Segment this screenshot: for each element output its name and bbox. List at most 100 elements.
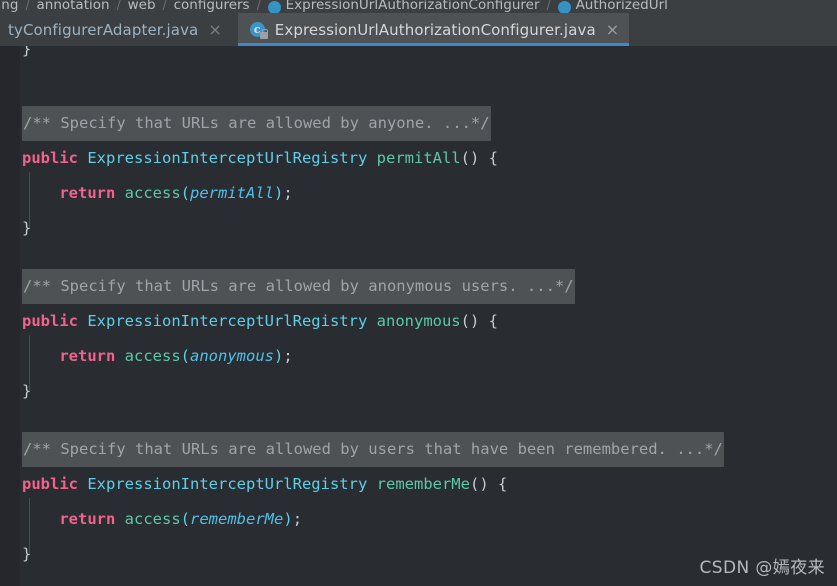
breadcrumb-item-5[interactable]: AuthorizedUrl [557,0,668,13]
return-type: ExpressionInterceptUrlRegistry [87,475,368,493]
close-paren: ) [274,347,284,365]
breadcrumb-separator: / [25,0,30,12]
code-line[interactable]: } [0,374,837,409]
breadcrumb-item-2[interactable]: web [128,0,156,13]
close-icon[interactable]: × [208,21,221,38]
open-paren: ( [180,347,191,365]
code-editor[interactable]: } /** Specify that URLs are allowed by an… [0,46,837,586]
breadcrumb-item-label: web [127,0,156,13]
breadcrumb-item-label: annotation [36,0,110,13]
open-brace: { [488,312,499,330]
breadcrumb-item-label: configurers [173,0,250,13]
parameter-list: () [469,475,489,493]
code-line[interactable]: public ExpressionInterceptUrlRegistry re… [0,467,837,502]
method-name: rememberMe [376,475,470,493]
tab-label: tyConfigurerAdapter.java [8,20,199,39]
breadcrumb-separator: / [162,0,167,12]
code-line[interactable]: } [0,211,837,246]
method-name: permitAll [376,149,461,167]
code-line[interactable]: public ExpressionInterceptUrlRegistry an… [0,304,837,339]
method-call: access [124,184,181,202]
breadcrumb-item-label: ring [0,0,19,13]
code-line[interactable]: } [0,46,837,68]
folded-javadoc-comment[interactable]: /** Specify that URLs are allowed by any… [22,106,491,141]
class-icon [557,0,571,13]
editor-tab-bar[interactable]: tyConfigurerAdapter.java × c ExpressionU… [0,13,837,46]
open-paren: ( [180,184,191,202]
code-line[interactable]: /** Specify that URLs are allowed by ano… [0,269,837,304]
tab-ExpressionUrlAuthorizationConfigurer[interactable]: c ExpressionUrlAuthorizationConfigurer.j… [237,13,630,46]
breadcrumb[interactable]: ring / annotation / web / configurers / Expressi… [0,0,837,13]
code-line[interactable]: /** Specify that URLs are allowed by any… [0,106,837,141]
open-paren: ( [180,510,191,528]
method-name: anonymous [376,312,461,330]
argument: rememberMe [190,510,284,528]
close-brace: } [22,46,32,58]
breadcrumb-item-label: AuthorizedUrl [575,0,668,13]
method-call: access [124,510,181,528]
tab-label: ExpressionUrlAuthorizationConfigurer.jav… [274,20,596,39]
code-line[interactable]: /** Specify that URLs are allowed by use… [0,432,837,467]
class-icon [267,0,281,13]
code-line[interactable]: return access(permitAll); [0,172,837,228]
modifier-keyword: public [22,475,78,493]
close-paren: ) [283,510,293,528]
close-brace: } [22,382,32,400]
breadcrumb-item-3[interactable]: configurers [174,0,250,13]
breadcrumb-item-4[interactable]: ExpressionUrlAuthorizationConfigurer [267,0,540,13]
open-brace: { [498,475,508,493]
close-brace: } [22,545,32,563]
modifier-keyword: public [22,149,78,167]
breadcrumb-item-0[interactable]: ring [0,0,18,13]
close-paren: ) [274,184,284,202]
close-brace: } [22,219,32,237]
return-keyword: return [59,184,116,202]
code-line[interactable]: public ExpressionInterceptUrlRegistry pe… [0,141,837,176]
argument: permitAll [190,184,275,202]
code-line[interactable]: return access(rememberMe); [0,498,837,554]
folded-javadoc-comment[interactable]: /** Specify that URLs are allowed by ano… [22,269,575,304]
breadcrumb-item-label: ExpressionUrlAuthorizationConfigurer [285,0,540,13]
semicolon: ; [283,184,293,202]
return-keyword: return [59,347,116,365]
method-call: access [124,347,181,365]
return-type: ExpressionInterceptUrlRegistry [87,149,368,167]
semicolon: ; [283,347,293,365]
breadcrumb-separator: / [546,0,551,12]
argument: anonymous [190,347,275,365]
folded-javadoc-comment[interactable]: /** Specify that URLs are allowed by use… [22,432,724,467]
return-type: ExpressionInterceptUrlRegistry [87,312,368,330]
open-brace: { [488,149,499,167]
breadcrumb-item-1[interactable]: annotation [36,0,109,13]
parameter-list: () [460,149,480,167]
breadcrumb-separator: / [256,0,261,12]
return-keyword: return [59,510,116,528]
tab-SecurityConfigurerAdapter[interactable]: tyConfigurerAdapter.java × [0,13,232,46]
semicolon: ; [292,510,303,528]
modifier-keyword: public [22,312,78,330]
code-line[interactable]: } [0,537,837,572]
java-class-locked-icon: c [249,21,268,39]
close-icon[interactable]: × [606,21,619,38]
code-line[interactable]: return access(anonymous); [0,335,837,391]
breadcrumb-separator: / [116,0,121,12]
lock-icon [259,29,268,39]
code-content[interactable]: } /** Specify that URLs are allowed by an… [0,46,837,586]
